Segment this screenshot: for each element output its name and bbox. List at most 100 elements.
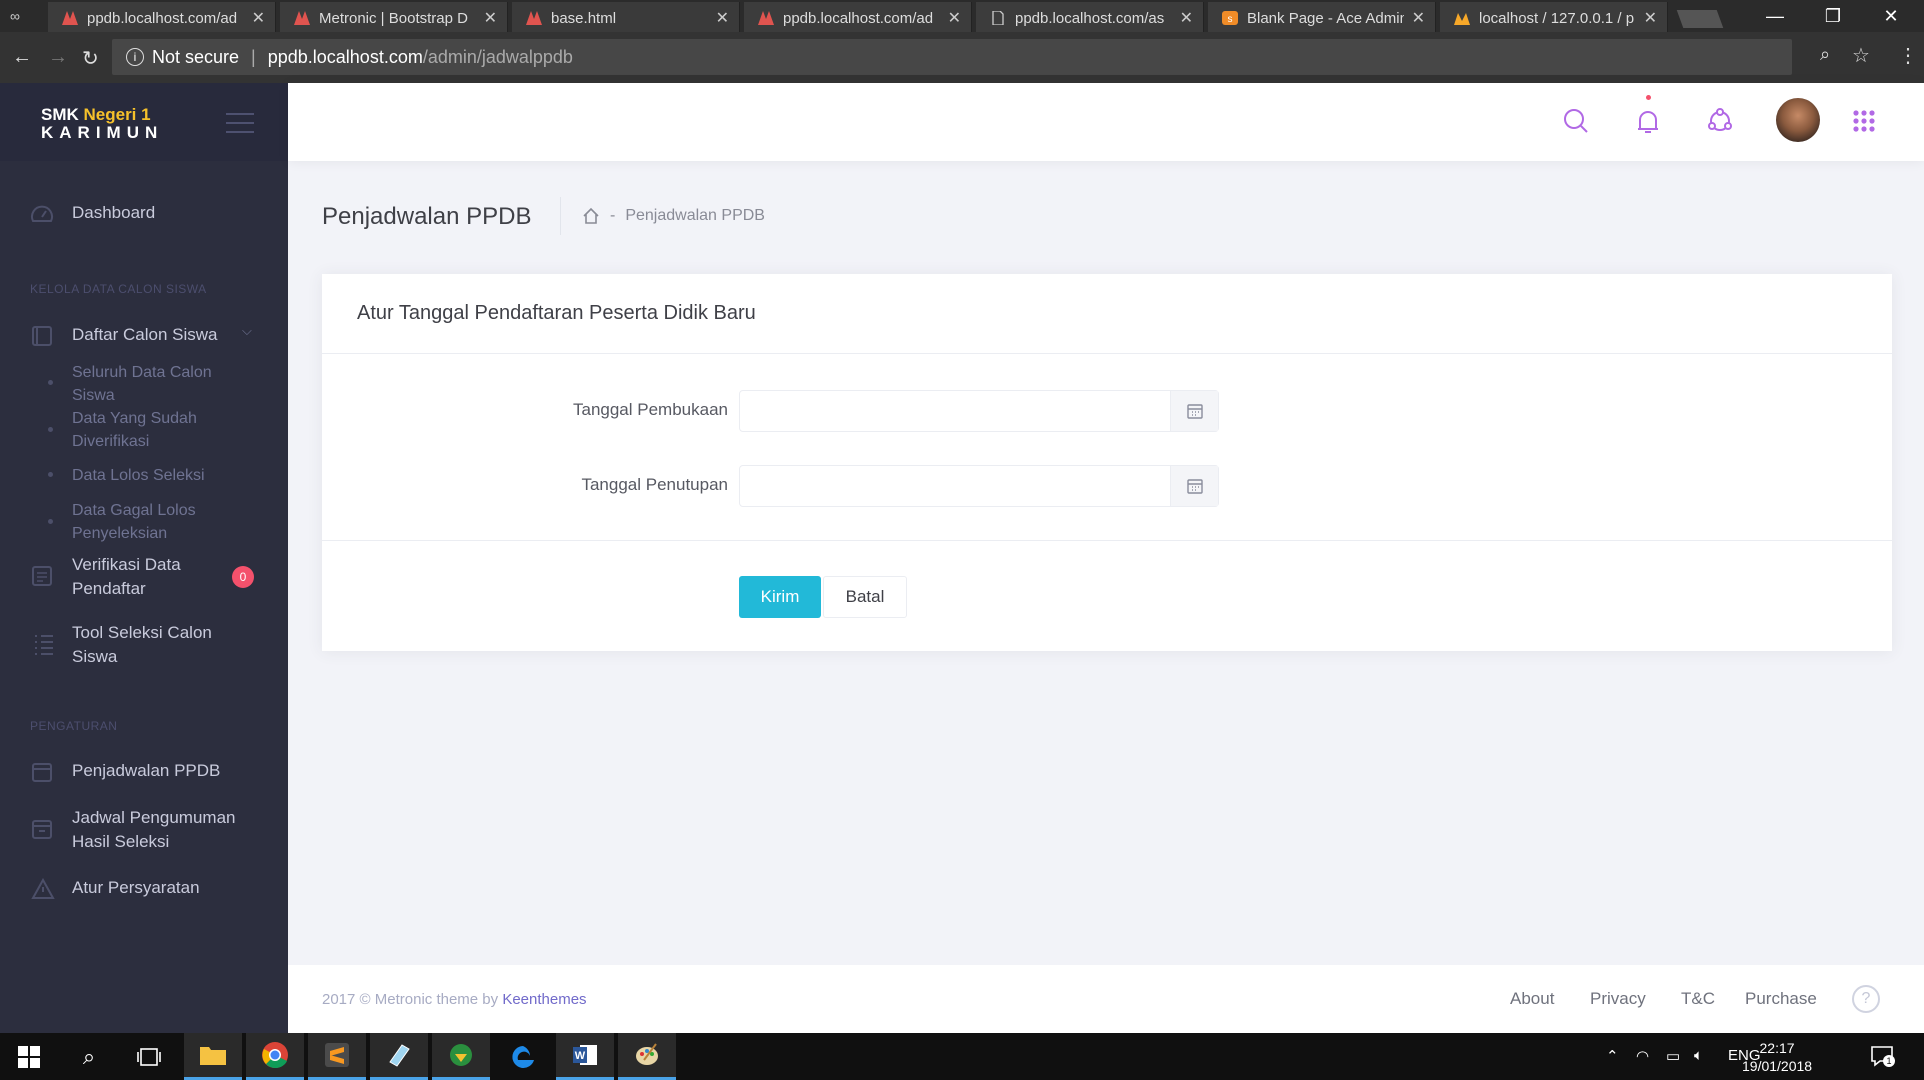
browser-tab[interactable]: ppdb.localhost.com/as ✕ bbox=[976, 2, 1204, 34]
close-tab-icon[interactable]: ✕ bbox=[1412, 8, 1425, 28]
word-icon[interactable]: W bbox=[556, 1033, 614, 1080]
warning-icon bbox=[31, 878, 55, 899]
close-tab-icon[interactable]: ✕ bbox=[484, 8, 497, 28]
sidebar-item-label: Tool Seleksi Calon Siswa bbox=[72, 623, 212, 666]
notepad-icon[interactable] bbox=[370, 1033, 428, 1080]
zoom-search-icon[interactable]: ⌕ bbox=[1820, 44, 1830, 65]
form-portlet: Atur Tanggal Pendaftaran Peserta Didik B… bbox=[322, 274, 1892, 651]
battery-icon[interactable]: ▭ bbox=[1666, 1047, 1680, 1065]
home-icon[interactable] bbox=[582, 207, 600, 225]
sidebar-item-dashboard[interactable]: Dashboard bbox=[0, 201, 288, 231]
tanggal-pembukaan-input[interactable] bbox=[739, 390, 1219, 432]
brand-line1: SMK Negeri 1 bbox=[41, 105, 151, 124]
sublime-text-icon[interactable] bbox=[308, 1033, 366, 1080]
bookmark-star-icon[interactable]: ☆ bbox=[1852, 43, 1870, 68]
calendar-icon[interactable] bbox=[1170, 391, 1218, 431]
tab-title: Metronic | Bootstrap D bbox=[319, 9, 468, 27]
close-tab-icon[interactable]: ✕ bbox=[948, 8, 961, 28]
chrome-icon[interactable] bbox=[246, 1033, 304, 1080]
sidebar-item-label: Atur Persyaratan bbox=[72, 878, 200, 897]
tab-title: ppdb.localhost.com/ad bbox=[87, 9, 238, 27]
sidebar-toggle-icon[interactable] bbox=[226, 113, 254, 140]
sidebar-item-daftar-calon-siswa[interactable]: Daftar Calon Siswa ⌵ bbox=[0, 323, 288, 353]
edge-icon[interactable] bbox=[494, 1033, 552, 1080]
footer-link-about[interactable]: About bbox=[1510, 989, 1554, 1009]
clock[interactable]: 22:17 19/01/2018 bbox=[1742, 1039, 1812, 1075]
close-tab-icon[interactable]: ✕ bbox=[252, 8, 265, 28]
sidebar-subitem-lolos-seleksi[interactable]: Data Lolos Seleksi bbox=[72, 464, 252, 487]
sidebar-subitem-terverifikasi[interactable]: Data Yang Sudah Diverifikasi bbox=[72, 407, 232, 453]
paint-icon[interactable] bbox=[618, 1033, 676, 1080]
address-bar: ← → ↻ i Not secure | ppdb.localhost.com /… bbox=[0, 32, 1924, 83]
footer-link-tc[interactable]: T&C bbox=[1681, 989, 1715, 1009]
quick-actions-icon[interactable] bbox=[1704, 105, 1736, 137]
avatar[interactable] bbox=[1776, 98, 1820, 142]
tanggal-penutupan-input[interactable] bbox=[739, 465, 1219, 507]
windows-start-icon[interactable] bbox=[0, 1033, 58, 1080]
close-tab-icon[interactable]: ✕ bbox=[1180, 8, 1193, 28]
sidebar-item-penjadwalan[interactable]: Penjadwalan PPDB bbox=[0, 759, 288, 789]
form-title: Atur Tanggal Pendaftaran Peserta Didik B… bbox=[322, 274, 1892, 354]
svg-text:W: W bbox=[575, 1050, 586, 1062]
sidebar-item-tool-seleksi[interactable]: Tool Seleksi Calon Siswa bbox=[0, 621, 288, 671]
restore-icon[interactable]: ❐ bbox=[1804, 0, 1862, 32]
sidebar-item-atur-persyaratan[interactable]: Atur Persyaratan bbox=[0, 876, 288, 906]
sidebar: SMK Negeri 1 KARIMUN Dashboard KELOLA DA… bbox=[0, 83, 288, 1033]
browser-tab[interactable]: Metronic | Bootstrap D ✕ bbox=[280, 2, 508, 34]
brand-logo[interactable]: SMK Negeri 1 KARIMUN bbox=[0, 83, 288, 161]
bell-icon[interactable] bbox=[1632, 105, 1664, 137]
browser-tab[interactable]: ѕ Blank Page - Ace Admin ✕ bbox=[1208, 2, 1436, 34]
calendar-icon bbox=[32, 820, 52, 839]
chrome-menu-icon[interactable]: ⋮ bbox=[1898, 43, 1918, 68]
browser-tab[interactable]: ppdb.localhost.com/ad ✕ bbox=[48, 2, 276, 34]
breadcrumb: - Penjadwalan PPDB bbox=[582, 207, 765, 225]
notification-count: 1 bbox=[1883, 1055, 1895, 1067]
checklist-icon bbox=[32, 566, 52, 586]
browser-menu-icon[interactable]: ∞ bbox=[10, 8, 20, 24]
internet-download-manager-icon[interactable] bbox=[432, 1033, 490, 1080]
browser-tab[interactable]: localhost / 127.0.0.1 / p ✕ bbox=[1440, 2, 1668, 34]
sidebar-item-jadwal-pengumuman[interactable]: Jadwal Pengumuman Hasil Seleksi bbox=[0, 806, 288, 856]
sidebar-subitem-seluruh-data[interactable]: Seluruh Data Calon Siswa bbox=[72, 361, 232, 407]
back-icon[interactable]: ← bbox=[12, 46, 32, 69]
keenthemes-link[interactable]: Keenthemes bbox=[502, 991, 586, 1008]
action-center-icon[interactable]: 1 bbox=[1870, 1045, 1895, 1067]
reload-icon[interactable]: ↻ bbox=[82, 46, 99, 71]
close-tab-icon[interactable]: ✕ bbox=[1644, 8, 1657, 28]
volume-icon[interactable]: 🔈︎ bbox=[1694, 1047, 1703, 1064]
kirim-button[interactable]: Kirim bbox=[739, 576, 821, 618]
close-tab-icon[interactable]: ✕ bbox=[716, 8, 729, 28]
file-explorer-icon[interactable] bbox=[184, 1033, 242, 1080]
forward-icon[interactable]: → bbox=[48, 46, 68, 69]
calendar-icon[interactable] bbox=[1170, 466, 1218, 506]
clock-date: 19/01/2018 bbox=[1742, 1058, 1813, 1074]
minimize-icon[interactable]: — bbox=[1746, 0, 1804, 32]
task-view-icon[interactable] bbox=[120, 1033, 178, 1080]
document-icon bbox=[992, 11, 1004, 25]
sidebar-section-title: PENGATURAN bbox=[30, 719, 118, 733]
breadcrumb-link[interactable]: Penjadwalan PPDB bbox=[625, 207, 765, 225]
help-icon[interactable]: ? bbox=[1852, 985, 1880, 1013]
tab-title: base.html bbox=[551, 9, 617, 27]
new-tab-button[interactable] bbox=[1676, 10, 1724, 28]
close-window-icon[interactable]: ✕ bbox=[1862, 0, 1920, 32]
url-input[interactable]: i Not secure | ppdb.localhost.com/admin/… bbox=[112, 39, 1792, 75]
sidebar-item-label: Penjadwalan PPDB bbox=[72, 761, 221, 780]
tab-title: ppdb.localhost.com/ad bbox=[783, 9, 934, 27]
search-icon[interactable]: ⌕ bbox=[60, 1033, 118, 1080]
batal-button[interactable]: Batal bbox=[823, 576, 907, 618]
browser-tab[interactable]: base.html ✕ bbox=[512, 2, 740, 34]
footer-link-purchase[interactable]: Purchase bbox=[1745, 989, 1817, 1009]
footer-link-privacy[interactable]: Privacy bbox=[1590, 989, 1646, 1009]
tray-chevron-icon[interactable]: ⌃ bbox=[1606, 1047, 1619, 1065]
apps-grid-icon[interactable] bbox=[1848, 105, 1880, 137]
sidebar-item-verifikasi[interactable]: Verifikasi Data Pendaftar 0 bbox=[0, 553, 288, 603]
page-title: Penjadwalan PPDB bbox=[322, 203, 532, 230]
info-icon[interactable]: i bbox=[126, 48, 144, 66]
top-header bbox=[288, 83, 1924, 161]
wifi-icon[interactable]: ◠ bbox=[1636, 1047, 1649, 1065]
sidebar-item-label: Verifikasi Data Pendaftar bbox=[72, 555, 181, 598]
browser-tab[interactable]: ppdb.localhost.com/ad ✕ bbox=[744, 2, 972, 34]
sidebar-subitem-gagal-lolos[interactable]: Data Gagal Lolos Penyeleksian bbox=[72, 499, 232, 545]
search-icon[interactable] bbox=[1560, 105, 1592, 137]
